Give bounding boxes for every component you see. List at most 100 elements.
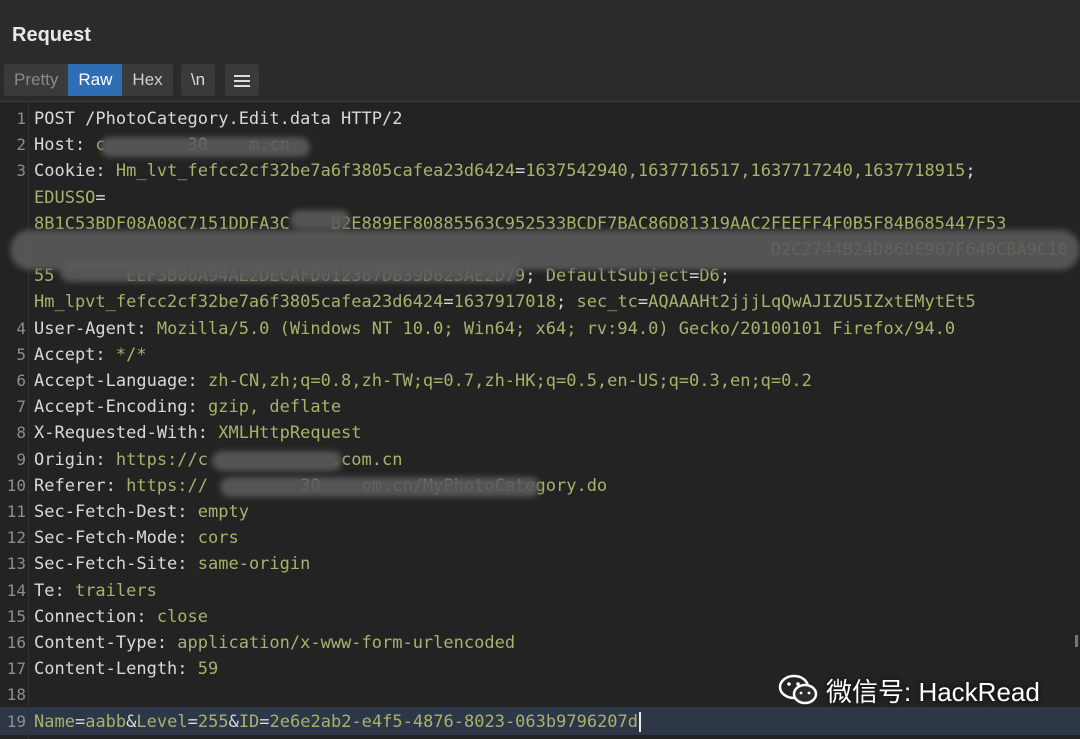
- line-content: Content-Type: application/x-www-form-url…: [34, 630, 515, 656]
- code-line[interactable]: 13 Sec-Fetch-Site: same-origin: [0, 551, 1080, 577]
- header-key: Accept-Language:: [34, 371, 208, 391]
- view-toolbar: Pretty Raw Hex \n: [0, 62, 1080, 100]
- line-number: 7: [16, 397, 26, 417]
- code-line[interactable]: 19 Name=aabb&Level=255&ID=2e6e2ab2-e4f5-4…: [0, 709, 1080, 735]
- line-number: 11: [6, 502, 26, 521]
- header-key: =: [259, 711, 270, 732]
- header-value: zh-CN,zh;q=0.8,zh-TW;q=0.7,zh-HK;q=0.5,e…: [208, 371, 812, 391]
- header-value: 1637917018: [453, 292, 557, 313]
- watermark: 微信号: HackRead: [778, 672, 1040, 708]
- header-value: sec_tc: [576, 292, 638, 313]
- line-number: 1: [16, 109, 26, 128]
- line-number: 4: [16, 318, 26, 338]
- header-key: =: [95, 187, 106, 208]
- header-key: =: [187, 711, 198, 732]
- wechat-icon: [778, 674, 818, 705]
- line-number: 13: [6, 554, 26, 574]
- code-line[interactable]: 5 Accept: */*: [0, 342, 1080, 368]
- code-line[interactable]: Hm_lpvt_fefcc2cf32be7a6f3805cafea23d6424…: [0, 289, 1080, 315]
- view-mode-tabs: Pretty Raw Hex: [4, 64, 173, 96]
- code-line[interactable]: 8 X-Requested-With: XMLHttpRequest: [0, 420, 1080, 446]
- header-value: XMLHttpRequest: [218, 423, 362, 444]
- header-value: 1637542940,1637716517,1637717240,1637718…: [525, 161, 966, 182]
- header-key: =: [443, 292, 454, 313]
- line-content: Hm_lpvt_fefcc2cf32be7a6f3805cafea23d6424…: [34, 289, 976, 315]
- line-number: 6: [16, 371, 26, 390]
- redaction-blur: [60, 262, 520, 282]
- code-line[interactable]: 7 Accept-Encoding: gzip, deflate: [0, 394, 1080, 420]
- header-key: Te:: [34, 580, 75, 601]
- newline-toggle-button[interactable]: \n: [181, 64, 215, 96]
- redaction-blur: [212, 451, 342, 471]
- line-content: POST /PhotoCategory.Edit.data HTTP/2: [34, 106, 402, 132]
- text-cursor: [639, 711, 642, 732]
- code-line[interactable]: 15 Connection: close: [0, 604, 1080, 630]
- line-number: 18: [6, 685, 26, 705]
- tab-hex[interactable]: Hex: [122, 64, 172, 96]
- header-key: &: [228, 711, 239, 732]
- header-key: &: [126, 711, 137, 732]
- line-content: Accept: */*: [34, 342, 147, 368]
- code-line[interactable]: EDUSSO=: [0, 185, 1080, 211]
- header-value: gzip, deflate: [208, 397, 342, 418]
- code-line[interactable]: 12 Sec-Fetch-Mode: cors: [0, 525, 1080, 551]
- header-value: same-origin: [197, 554, 311, 575]
- scrollbar-marker[interactable]: [1075, 635, 1078, 647]
- line-number: 10: [6, 475, 26, 495]
- line-number: 8: [16, 423, 26, 443]
- line-number: 5: [16, 344, 26, 364]
- header-value: application/x-www-form-urlencoded: [177, 633, 516, 653]
- header-value: Level: [136, 711, 188, 732]
- code-line[interactable]: 3 Cookie: Hm_lvt_fefcc2cf32be7a6f3805cafe…: [0, 158, 1080, 184]
- watermark-text: 微信号: HackRead: [826, 676, 1040, 707]
- header-key: Connection:: [34, 606, 157, 627]
- code-line[interactable]: 9 Origin: https://c .com.cn: [0, 447, 1080, 473]
- line-number: 14: [6, 580, 26, 600]
- header-key: Accept:: [34, 344, 116, 365]
- header-key: Accept-Encoding:: [34, 397, 208, 418]
- tab-pretty[interactable]: Pretty: [4, 64, 68, 96]
- code-line[interactable]: 11 Sec-Fetch-Dest: empty: [0, 499, 1080, 525]
- code-line[interactable]: 14 Te: trailers: [0, 578, 1080, 604]
- header-value: AQAAAHt2jjjLqQwAJIZU5IZxtEMytEt5: [648, 292, 976, 313]
- code-line[interactable]: 4 User-Agent: Mozilla/5.0 (Windows NT 10.…: [0, 316, 1080, 342]
- header-key: Cookie:: [34, 161, 116, 182]
- line-content: Name=aabb&Level=255&ID=2e6e2ab2-e4f5-487…: [34, 709, 642, 735]
- panel-header: Request: [0, 0, 1080, 62]
- code-line[interactable]: 16 Content-Type: application/x-www-form-u…: [0, 630, 1080, 656]
- redaction-blur: [290, 210, 350, 230]
- menu-button[interactable]: [225, 64, 259, 96]
- line-number: 3: [16, 161, 26, 181]
- line-number: 17: [6, 659, 26, 679]
- header-value: 2e6e2ab2-e4f5-4876-8023-063b9796207d: [269, 711, 639, 732]
- header-key: Origin:: [34, 449, 116, 470]
- line-number: 9: [16, 449, 26, 469]
- header-value: Hm_lpvt_fefcc2cf32be7a6f3805cafea23d6424: [34, 292, 444, 313]
- header-value: aabb: [85, 711, 127, 732]
- header-key: X-Requested-With:: [34, 423, 219, 444]
- redaction-blur: [220, 477, 540, 497]
- header-key: =: [515, 161, 526, 182]
- header-key: Sec-Fetch-Dest:: [34, 502, 198, 522]
- line-number: 19: [6, 711, 26, 731]
- panel-title: Request: [12, 24, 91, 46]
- header-key: Content-Type:: [34, 633, 178, 653]
- line-number: 15: [6, 606, 26, 626]
- request-editor[interactable]: 1 POST /PhotoCategory.Edit.data HTTP/2 2 Ho…: [0, 101, 1080, 739]
- tab-raw[interactable]: Raw: [68, 64, 123, 96]
- code-line[interactable]: 10Referer: https:// 30 om.cn/MyPhotoCate…: [0, 473, 1080, 499]
- redaction-blur: [100, 137, 310, 157]
- header-key: Content-Length:: [34, 659, 198, 680]
- line-content: EDUSSO=: [34, 185, 106, 211]
- line-content: Sec-Fetch-Site: same-origin: [34, 551, 310, 577]
- code-line[interactable]: 1 POST /PhotoCategory.Edit.data HTTP/2: [0, 106, 1080, 132]
- line-content: Sec-Fetch-Dest: empty: [34, 499, 249, 525]
- header-value: 59: [197, 659, 219, 680]
- line-content: Content-Length: 59: [34, 656, 218, 682]
- code-line[interactable]: 6 Accept-Language: zh-CN,zh;q=0.8,zh-TW;q…: [0, 368, 1080, 394]
- header-value: Hm_lvt_fefcc2cf32be7a6f3805cafea23d6424: [115, 161, 516, 182]
- header-key: Referer:: [34, 475, 127, 496]
- header-key: =: [74, 711, 86, 732]
- line-content: X-Requested-With: XMLHttpRequest: [34, 420, 362, 446]
- header-value: Mozilla/5.0 (Windows NT 10.0; Win64; x64…: [156, 318, 956, 339]
